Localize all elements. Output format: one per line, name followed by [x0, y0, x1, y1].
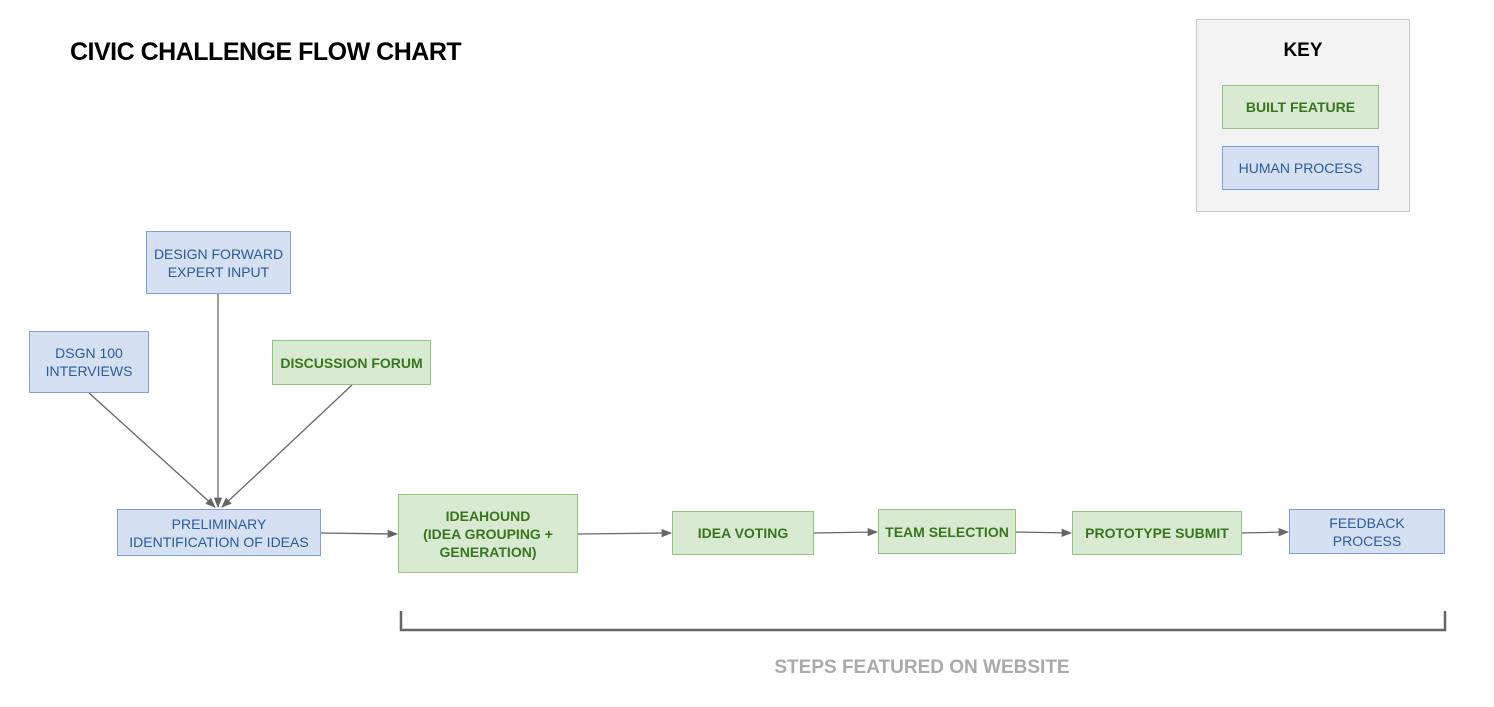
key-human-process: HUMAN PROCESS: [1222, 146, 1379, 190]
node-ideahound-label: IDEAHOUND (IDEA GROUPING + GENERATION): [423, 507, 553, 560]
arrow-idea-voting-to-team-selection: [813, 527, 879, 537]
node-feedback-process-label: FEEDBACK PROCESS: [1329, 514, 1405, 549]
node-design-forward-label: DESIGN FORWARD EXPERT INPUT: [153, 245, 284, 280]
node-team-selection: TEAM SELECTION: [878, 509, 1016, 554]
node-preliminary: PRELIMINARY IDENTIFICATION OF IDEAS: [117, 509, 321, 556]
node-feedback-process: FEEDBACK PROCESS: [1289, 509, 1445, 554]
arrow-ideahound-to-idea-voting: [577, 528, 673, 538]
node-prototype-submit: PROTOTYPE SUBMIT: [1072, 511, 1242, 555]
arrow-team-selection-to-prototype-submit: [1015, 528, 1073, 537]
node-discussion-forum-label: DISCUSSION FORUM: [280, 354, 423, 371]
key-built-feature: BUILT FEATURE: [1222, 85, 1379, 129]
arrow-discussion-forum-to-preliminary: [221, 384, 353, 508]
node-preliminary-label: PRELIMINARY IDENTIFICATION OF IDEAS: [129, 515, 309, 550]
node-team-selection-label: TEAM SELECTION: [885, 523, 1009, 540]
arrow-prototype-submit-to-feedback-process: [1241, 528, 1290, 537]
node-idea-voting-label: IDEA VOTING: [697, 525, 789, 541]
key-title: KEY: [1283, 40, 1323, 61]
node-dsgn-100-label: DSGN 100 INTERVIEWS: [45, 345, 133, 379]
node-design-forward: DESIGN FORWARD EXPERT INPUT: [146, 231, 291, 294]
arrow-preliminary-to-ideahound: [320, 529, 399, 539]
key-human-process-label: HUMAN PROCESS: [1238, 160, 1363, 176]
node-idea-voting: IDEA VOTING: [672, 511, 814, 555]
arrow-dsgn-100-to-preliminary: [88, 392, 216, 508]
node-prototype-submit-label: PROTOTYPE SUBMIT: [1085, 525, 1229, 541]
node-discussion-forum: DISCUSSION FORUM: [272, 340, 431, 385]
website-steps-label: STEPS FEATURED ON WEBSITE: [774, 657, 1070, 678]
node-ideahound: IDEAHOUND (IDEA GROUPING + GENERATION): [398, 494, 578, 573]
website-steps-bracket: [399, 611, 1447, 632]
node-dsgn-100: DSGN 100 INTERVIEWS: [29, 331, 149, 393]
key-built-feature-label: BUILT FEATURE: [1245, 99, 1356, 115]
